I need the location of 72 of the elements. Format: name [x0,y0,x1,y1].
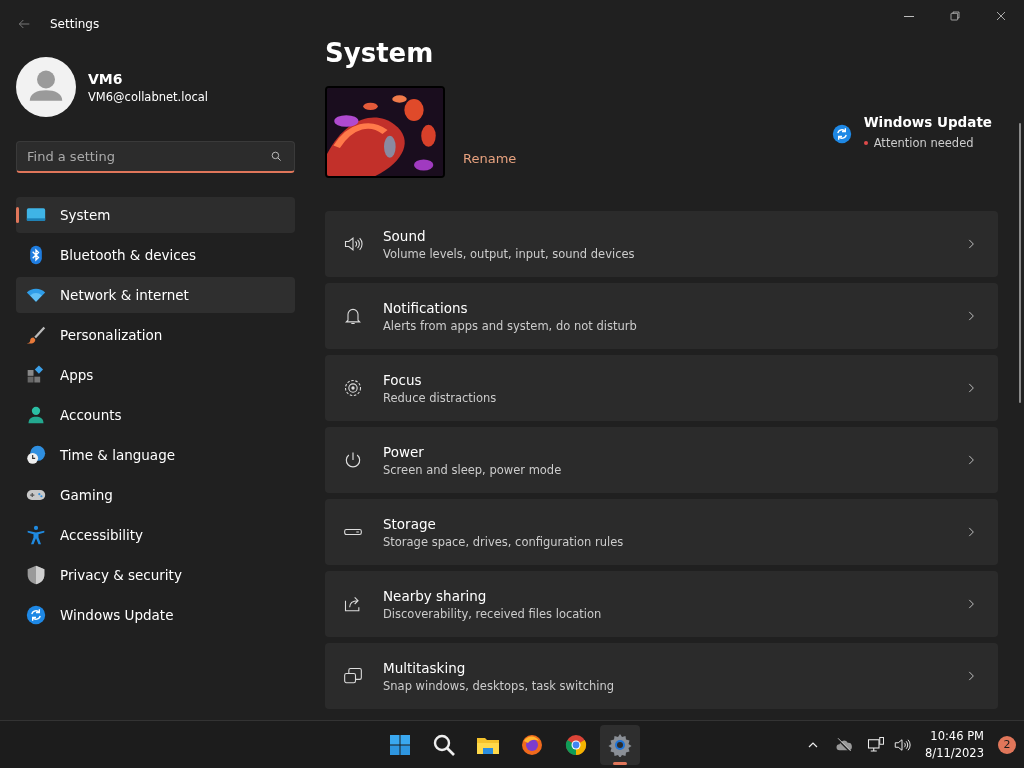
settings-card[interactable]: Focus Reduce distractions [325,355,998,421]
settings-card[interactable]: Nearby sharing Discoverability, received files location [325,571,998,637]
avatar-icon [16,57,76,117]
card-subtitle: Reduce distractions [383,390,498,405]
notification-badge[interactable]: 2 [998,735,1016,754]
brush-icon [26,325,46,345]
card-title: Notifications [383,299,469,316]
status-dot [863,141,868,145]
bell-icon [343,306,363,326]
card-subtitle: Discoverability, received files location [383,606,603,621]
shield-icon [26,565,46,585]
accessibility-icon [26,525,46,545]
sidebar-item[interactable]: System [16,197,295,233]
restore-icon [947,8,963,24]
fox-globe-icon [520,732,544,757]
settings-card[interactable]: Storage Storage space, drives, configuration rules [325,499,998,565]
card-title: Multitasking [383,659,467,676]
update-title[interactable]: Windows Update [863,114,992,130]
sidebar-item[interactable]: Bluetooth & devices [16,237,295,273]
windows-icon [343,666,363,686]
sidebar-item[interactable]: Windows Update [16,597,295,633]
profile-email: VM6@collabnet.local [88,89,209,104]
profile-name: VM6 [88,70,124,87]
time-text: 10:46 PM [930,729,984,743]
sidebar-item[interactable]: Privacy & security [16,557,295,593]
card-subtitle: Screen and sleep, power mode [383,462,563,477]
power-icon [343,450,363,470]
search-icon [432,732,456,757]
sync-icon [831,124,852,144]
card-subtitle: Storage space, drives, configuration rules [383,534,625,549]
speaker-icon [343,234,363,254]
settings-card[interactable]: Multitasking Snap windows, desktops, task switching [325,643,998,709]
sync-icon [26,605,46,625]
clock[interactable]: 10:46 PM 8/11/2023 [925,729,984,760]
minimize-icon [904,15,914,17]
sidebar-item[interactable]: Personalization [16,317,295,353]
chrome-ball-icon [564,732,588,757]
active-indicator [613,761,627,765]
card-title: Power [383,443,425,460]
search-field[interactable]: Find a setting [16,141,295,173]
card-title: Sound [383,227,427,244]
update-status: Attention needed [873,136,974,150]
sidebar-item[interactable]: Gaming [16,477,295,513]
card-title: Storage [383,515,437,532]
focus-icon [343,378,363,398]
gear-icon [608,732,632,757]
start-icon [388,732,412,757]
sidebar-item[interactable]: Accessibility [16,517,295,553]
person-icon [26,405,46,425]
rename-link[interactable]: Rename [463,151,517,166]
settings-card[interactable]: Sound Volume levels, output, input, sound devices [325,211,998,277]
cloud-off-icon[interactable] [835,735,854,754]
card-subtitle: Alerts from apps and system, do not disturb [383,318,638,333]
card-title: Nearby sharing [383,587,488,604]
scrollbar[interactable] [1019,123,1021,403]
date-text: 8/11/2023 [925,746,984,760]
settings-card[interactable]: Notifications Alerts from apps and system, do not disturb [325,283,998,349]
globe-clock-icon [26,445,46,465]
card-subtitle: Snap windows, desktops, task switching [383,678,616,693]
sidebar-item[interactable]: Accounts [16,397,295,433]
sidebar-item[interactable]: Network & internet [16,277,295,313]
card-title: Focus [383,371,423,388]
window-title: Settings [50,17,100,31]
selection-indicator [16,207,19,223]
page-title: System [325,38,435,70]
search-icon [270,150,283,163]
card-subtitle: Volume levels, output, input, sound devices [383,246,636,261]
sidebar-item[interactable]: Apps [16,357,295,393]
sidebar-item[interactable]: Time & language [16,437,295,473]
network-icon[interactable] [867,735,886,754]
settings-card[interactable]: Power Screen and sleep, power mode [325,427,998,493]
apps-icon [26,365,46,385]
